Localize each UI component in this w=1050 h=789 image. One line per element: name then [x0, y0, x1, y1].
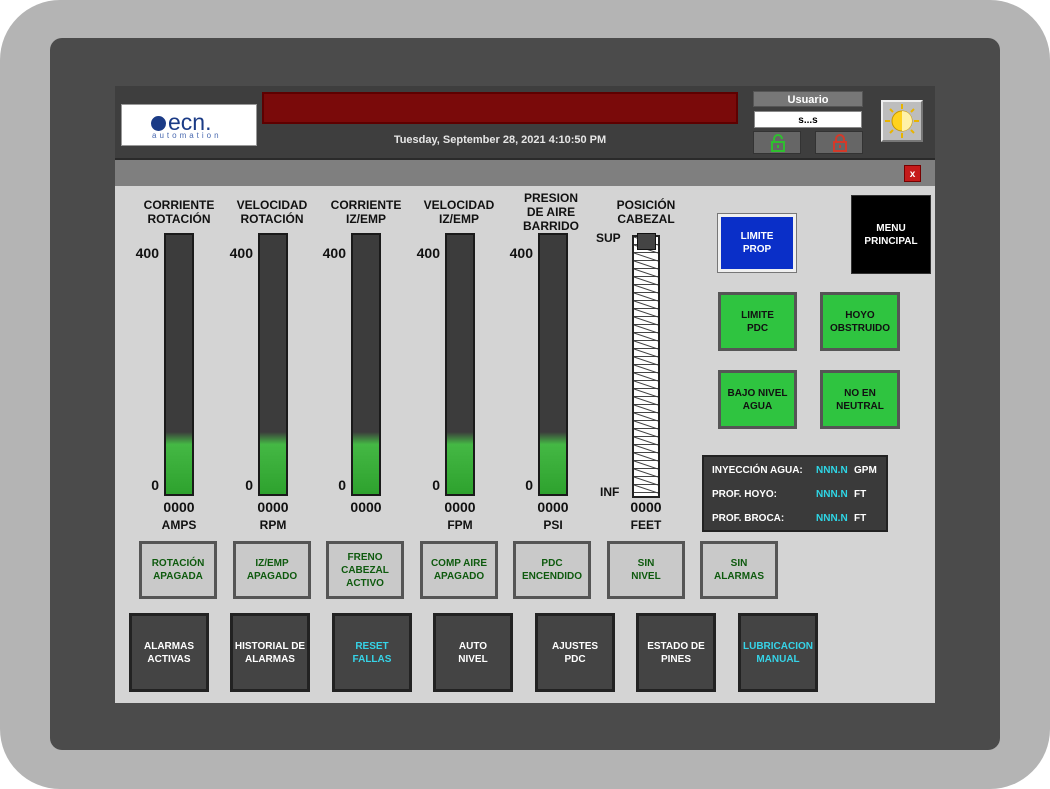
brightness-icon	[885, 104, 919, 138]
top-bar: ecn. automation Tuesday, September 28, 2…	[115, 86, 935, 160]
gauge-fill	[260, 431, 286, 494]
gauge-title-velocidad-izemp: VELOCIDAD IZ/EMP	[423, 198, 495, 226]
info-unit-inyeccion: GPM	[854, 465, 877, 476]
position-top-label: SUP	[596, 231, 621, 245]
status-freno-cabezal-activo[interactable]: FRENO CABEZAL ACTIVO	[326, 541, 404, 599]
brightness-button[interactable]	[881, 100, 923, 142]
gauge-readout: 0000	[444, 499, 476, 515]
info-value-prof-hoyo: NNN.N	[816, 489, 848, 500]
gauge-bar-corriente-izemp	[351, 233, 381, 496]
gauge-unit: PSI	[543, 518, 563, 532]
login-button[interactable]	[753, 131, 801, 154]
position-unit: FEET	[630, 518, 662, 532]
lubricacion-manual-button[interactable]: LUBRICACION MANUAL	[738, 613, 818, 692]
limite-pdc-indicator[interactable]: LIMITE PDC	[718, 292, 797, 351]
logo-swirl-icon	[151, 116, 166, 131]
position-scale	[632, 235, 660, 498]
ecn-logo: ecn. automation	[121, 104, 257, 146]
user-field[interactable]: s...s	[754, 111, 862, 128]
status-pdc-encendido[interactable]: PDC ENCENDIDO	[513, 541, 591, 599]
gauge-bar-velocidad-izemp	[445, 233, 475, 496]
alarm-banner[interactable]	[262, 92, 738, 124]
gauge-title-corriente-rotacion: CORRIENTE ROTACIÓN	[143, 198, 215, 226]
info-label-inyeccion: INYECCIÓN AGUA:	[712, 465, 803, 476]
ajustes-pdc-button[interactable]: AJUSTES PDC	[535, 613, 615, 692]
estado-pines-button[interactable]: ESTADO DE PINES	[636, 613, 716, 692]
logo-subtext: automation	[152, 131, 222, 140]
info-value-inyeccion: NNN.N	[816, 465, 848, 476]
gauge-bar-presion-aire	[538, 233, 568, 496]
gauge-fill	[166, 431, 192, 494]
gauge-unit: FPM	[447, 518, 473, 532]
position-hatch	[634, 237, 658, 494]
gauge-max-label: 400	[416, 245, 440, 261]
status-comp-aire-apagado[interactable]: COMP AIRE APAGADO	[420, 541, 498, 599]
gauge-min-label: 0	[432, 477, 440, 493]
position-marker	[637, 233, 656, 250]
gauge-readout: 0000	[350, 499, 382, 515]
gauge-fill	[447, 431, 473, 494]
bajo-nivel-agua-indicator[interactable]: BAJO NIVEL AGUA	[718, 370, 797, 429]
info-value-prof-broca: NNN.N	[816, 513, 848, 524]
datetime-display: Tuesday, September 28, 2021 4:10:50 PM	[393, 134, 607, 146]
gauge-fill	[540, 431, 566, 494]
lock-closed-icon	[833, 134, 847, 152]
hmi-screen: ecn. automation Tuesday, September 28, 2…	[115, 86, 935, 703]
status-sin-alarmas[interactable]: SIN ALARMAS	[700, 541, 778, 599]
gauge-title-velocidad-rotacion: VELOCIDAD ROTACIÓN	[236, 198, 308, 226]
position-readout: 0000	[630, 499, 662, 515]
historial-alarmas-button[interactable]: HISTORIAL DE ALARMAS	[230, 613, 310, 692]
position-title: POSICIÓN CABEZAL	[616, 198, 676, 226]
close-button[interactable]: x	[904, 165, 921, 182]
no-en-neutral-indicator[interactable]: NO EN NEUTRAL	[820, 370, 900, 429]
gauge-title-corriente-izemp: CORRIENTE IZ/EMP	[330, 198, 402, 226]
logout-button[interactable]	[815, 131, 863, 154]
limite-prop-indicator[interactable]: LIMITE PROP	[717, 213, 797, 273]
lock-open-icon	[771, 134, 785, 152]
info-unit-prof-broca: FT	[854, 513, 867, 524]
position-bottom-label: INF	[600, 485, 620, 499]
auto-nivel-button[interactable]: AUTO NIVEL	[433, 613, 513, 692]
info-panel: INYECCIÓN AGUA: NNN.N GPM PROF. HOYO: NN…	[702, 455, 888, 532]
info-label-prof-broca: PROF. BROCA:	[712, 513, 785, 524]
hoyo-obstruido-indicator[interactable]: HOYO OBSTRUIDO	[820, 292, 900, 351]
gauge-readout: 0000	[257, 499, 289, 515]
gauge-readout: 0000	[163, 499, 195, 515]
info-label-prof-hoyo: PROF. HOYO:	[712, 489, 778, 500]
sub-bar: x	[115, 160, 935, 186]
status-rotacion-apagada[interactable]: ROTACIÓN APAGADA	[139, 541, 217, 599]
menu-principal-button[interactable]: MENU PRINCIPAL	[851, 195, 931, 274]
gauge-max-label: 400	[229, 245, 253, 261]
gauge-max-label: 400	[509, 245, 533, 261]
info-unit-prof-hoyo: FT	[854, 489, 867, 500]
gauge-bar-velocidad-rotacion	[258, 233, 288, 496]
gauge-max-label: 400	[135, 245, 159, 261]
status-sin-nivel[interactable]: SIN NIVEL	[607, 541, 685, 599]
alarmas-activas-button[interactable]: ALARMAS ACTIVAS	[129, 613, 209, 692]
gauge-title-presion-aire: PRESION DE AIRE BARRIDO	[523, 191, 579, 233]
status-izemp-apagado[interactable]: IZ/EMP APAGADO	[233, 541, 311, 599]
gauge-bar-corriente-rotacion	[164, 233, 194, 496]
gauge-max-label: 400	[322, 245, 346, 261]
gauge-min-label: 0	[525, 477, 533, 493]
user-label: Usuario	[753, 91, 863, 107]
gauge-min-label: 0	[338, 477, 346, 493]
gauge-fill	[353, 431, 379, 494]
gauge-unit: RPM	[259, 518, 287, 532]
reset-fallas-button[interactable]: RESET FALLAS	[332, 613, 412, 692]
gauge-min-label: 0	[151, 477, 159, 493]
gauge-unit: AMPS	[161, 518, 197, 532]
gauge-readout: 0000	[537, 499, 569, 515]
gauge-min-label: 0	[245, 477, 253, 493]
